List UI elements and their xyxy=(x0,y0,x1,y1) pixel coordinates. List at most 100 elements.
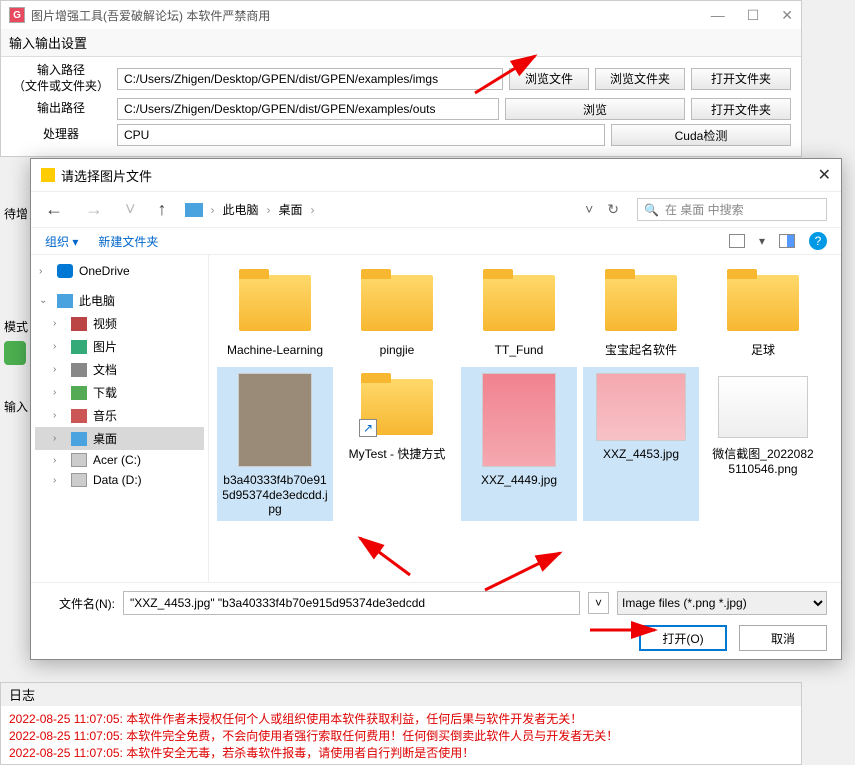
pc-icon xyxy=(185,203,203,217)
log-line: 2022-08-25 11:07:05: 本软件完全免费，不会向使用者强行索取任… xyxy=(9,727,793,744)
address-dropdown-icon[interactable]: ˅ xyxy=(585,201,593,218)
dialog-icon xyxy=(41,168,55,182)
dialog-title-text: 请选择图片文件 xyxy=(61,166,152,185)
file-item[interactable]: TT_Fund xyxy=(461,263,577,361)
mode-indicator-icon xyxy=(4,341,26,365)
folder-tree: ›OneDrive ⌄此电脑 ›视频 ›图片 ›文档 ›下载 ›音乐 ›桌面 ›… xyxy=(31,255,209,582)
file-type-filter[interactable]: Image files (*.png *.jpg) xyxy=(617,591,827,615)
file-name-label: MyTest - 快捷方式 xyxy=(349,447,446,461)
file-item[interactable]: 宝宝起名软件 xyxy=(583,263,699,361)
open-input-folder-button[interactable]: 打开文件夹 xyxy=(691,68,791,90)
file-item[interactable]: XXZ_4453.jpg xyxy=(583,367,699,520)
processor-label: 处理器 xyxy=(11,127,111,143)
search-icon: 🔍 xyxy=(644,203,659,217)
dialog-footer: 文件名(N): ˅ Image files (*.png *.jpg) 打开(O… xyxy=(31,582,841,659)
tree-docs[interactable]: ›文档 xyxy=(35,358,204,381)
io-form: 输入路径 （文件或文件夹） 浏览文件 浏览文件夹 打开文件夹 输出路径 浏览 打… xyxy=(1,57,801,156)
close-button[interactable]: ✕ xyxy=(781,7,793,24)
tree-onedrive[interactable]: ›OneDrive xyxy=(35,261,204,281)
nav-up-button[interactable]: ↑ xyxy=(158,199,167,220)
open-output-folder-button[interactable]: 打开文件夹 xyxy=(691,98,791,120)
nav-back-button[interactable]: ← xyxy=(45,199,63,220)
view-mode-button[interactable] xyxy=(729,234,745,248)
file-item[interactable]: pingjie xyxy=(339,263,455,361)
input-path-field[interactable] xyxy=(117,68,503,90)
file-item[interactable]: 微信截图_20220825110546.png xyxy=(705,367,821,520)
cuda-detect-button[interactable]: Cuda检测 xyxy=(611,124,791,146)
tree-pictures[interactable]: ›图片 xyxy=(35,335,204,358)
output-path-label: 输出路径 xyxy=(11,101,111,117)
file-name-label: XXZ_4449.jpg xyxy=(481,473,557,487)
search-placeholder: 在 桌面 中搜索 xyxy=(665,201,744,218)
file-item[interactable]: 足球 xyxy=(705,263,821,361)
mode-area: 模式 输入 xyxy=(4,318,28,415)
help-button[interactable]: ? xyxy=(809,232,827,250)
tree-drive-d[interactable]: ›Data (D:) xyxy=(35,470,204,490)
file-item[interactable]: ↗MyTest - 快捷方式 xyxy=(339,367,455,520)
crumb-desktop[interactable]: 桌面 xyxy=(279,201,303,218)
organize-menu[interactable]: 组织 ▾ xyxy=(45,233,78,250)
main-window: G 图片增强工具(吾爱破解论坛) 本软件严禁商用 — ☐ ✕ 输入输出设置 输入… xyxy=(0,0,802,157)
log-title: 日志 xyxy=(1,683,801,706)
toolbar-row: 组织 ▾ 新建文件夹 ▾ ? xyxy=(31,228,841,255)
tree-thispc[interactable]: ⌄此电脑 xyxy=(35,289,204,312)
window-title: 图片增强工具(吾爱破解论坛) 本软件严禁商用 xyxy=(31,7,270,24)
tree-music[interactable]: ›音乐 xyxy=(35,404,204,427)
titlebar: G 图片增强工具(吾爱破解论坛) 本软件严禁商用 — ☐ ✕ xyxy=(1,1,801,29)
browse-output-button[interactable]: 浏览 xyxy=(505,98,685,120)
preview-pane-button[interactable] xyxy=(779,234,795,248)
chevron-right-icon: › xyxy=(311,203,315,217)
open-button[interactable]: 打开(O) xyxy=(639,625,727,651)
dialog-close-button[interactable]: ✕ xyxy=(818,165,831,185)
file-open-dialog: 请选择图片文件 ✕ ← → ˅ ↑ › 此电脑 › 桌面 › ˅ ↻ 🔍 在 桌… xyxy=(30,158,842,660)
dialog-titlebar: 请选择图片文件 ✕ xyxy=(31,159,841,192)
cancel-button[interactable]: 取消 xyxy=(739,625,827,651)
file-name-label: 足球 xyxy=(751,343,775,357)
file-item[interactable]: Machine-Learning xyxy=(217,263,333,361)
chevron-right-icon: › xyxy=(211,203,215,217)
log-content: 2022-08-25 11:07:05: 本软件作者未授权任何个人或组织使用本软… xyxy=(1,706,801,764)
app-logo-icon: G xyxy=(9,7,25,23)
output-path-field[interactable] xyxy=(117,98,499,120)
tree-video[interactable]: ›视频 xyxy=(35,312,204,335)
filename-label: 文件名(N): xyxy=(45,595,115,612)
browse-file-button[interactable]: 浏览文件 xyxy=(509,68,589,90)
processor-field[interactable] xyxy=(117,124,605,146)
input-label-2: 输入 xyxy=(4,398,28,415)
tree-drive-c[interactable]: ›Acer (C:) xyxy=(35,450,204,470)
view-mode-dropdown[interactable]: ▾ xyxy=(759,234,765,248)
minimize-button[interactable]: — xyxy=(711,7,725,24)
breadcrumb[interactable]: › 此电脑 › 桌面 › xyxy=(185,201,568,218)
file-name-label: pingjie xyxy=(380,343,415,357)
maximize-button[interactable]: ☐ xyxy=(747,7,760,24)
new-folder-button[interactable]: 新建文件夹 xyxy=(98,233,158,250)
file-item[interactable]: XXZ_4449.jpg xyxy=(461,367,577,520)
file-name-label: 宝宝起名软件 xyxy=(605,343,677,357)
refresh-button[interactable]: ↻ xyxy=(607,201,619,218)
pending-label: 待增 xyxy=(4,205,28,222)
filename-dropdown-icon[interactable]: ˅ xyxy=(588,592,609,614)
nav-row: ← → ˅ ↑ › 此电脑 › 桌面 › ˅ ↻ 🔍 在 桌面 中搜索 xyxy=(31,192,841,228)
chevron-right-icon: › xyxy=(267,203,271,217)
file-name-label: Machine-Learning xyxy=(227,343,323,357)
browse-folder-button[interactable]: 浏览文件夹 xyxy=(595,68,685,90)
file-name-label: 微信截图_20220825110546.png xyxy=(709,447,817,476)
file-name-label: TT_Fund xyxy=(495,343,544,357)
log-panel: 日志 2022-08-25 11:07:05: 本软件作者未授权任何个人或组织使… xyxy=(0,682,802,765)
file-grid: Machine-Learning pingjie TT_Fund 宝宝起名软件 足球 b3… xyxy=(209,255,841,582)
log-line: 2022-08-25 11:07:05: 本软件安全无毒，若杀毒软件报毒，请使用… xyxy=(9,744,793,761)
nav-recent-button[interactable]: ˅ xyxy=(125,199,136,220)
input-path-label: 输入路径 （文件或文件夹） xyxy=(11,63,111,94)
log-line: 2022-08-25 11:07:05: 本软件作者未授权任何个人或组织使用本软… xyxy=(9,710,793,727)
file-name-label: b3a40333f4b70e915d95374de3edcdd.jpg xyxy=(221,473,329,516)
crumb-thispc[interactable]: 此电脑 xyxy=(223,201,259,218)
mode-label: 模式 xyxy=(4,320,28,334)
filename-input[interactable] xyxy=(123,591,580,615)
left-side-labels: 待增 xyxy=(4,205,28,222)
nav-forward-button[interactable]: → xyxy=(85,199,103,220)
tree-downloads[interactable]: ›下载 xyxy=(35,381,204,404)
search-input[interactable]: 🔍 在 桌面 中搜索 xyxy=(637,198,827,221)
file-item[interactable]: b3a40333f4b70e915d95374de3edcdd.jpg xyxy=(217,367,333,520)
tree-desktop[interactable]: ›桌面 xyxy=(35,427,204,450)
io-section-header: 输入输出设置 xyxy=(1,29,801,57)
